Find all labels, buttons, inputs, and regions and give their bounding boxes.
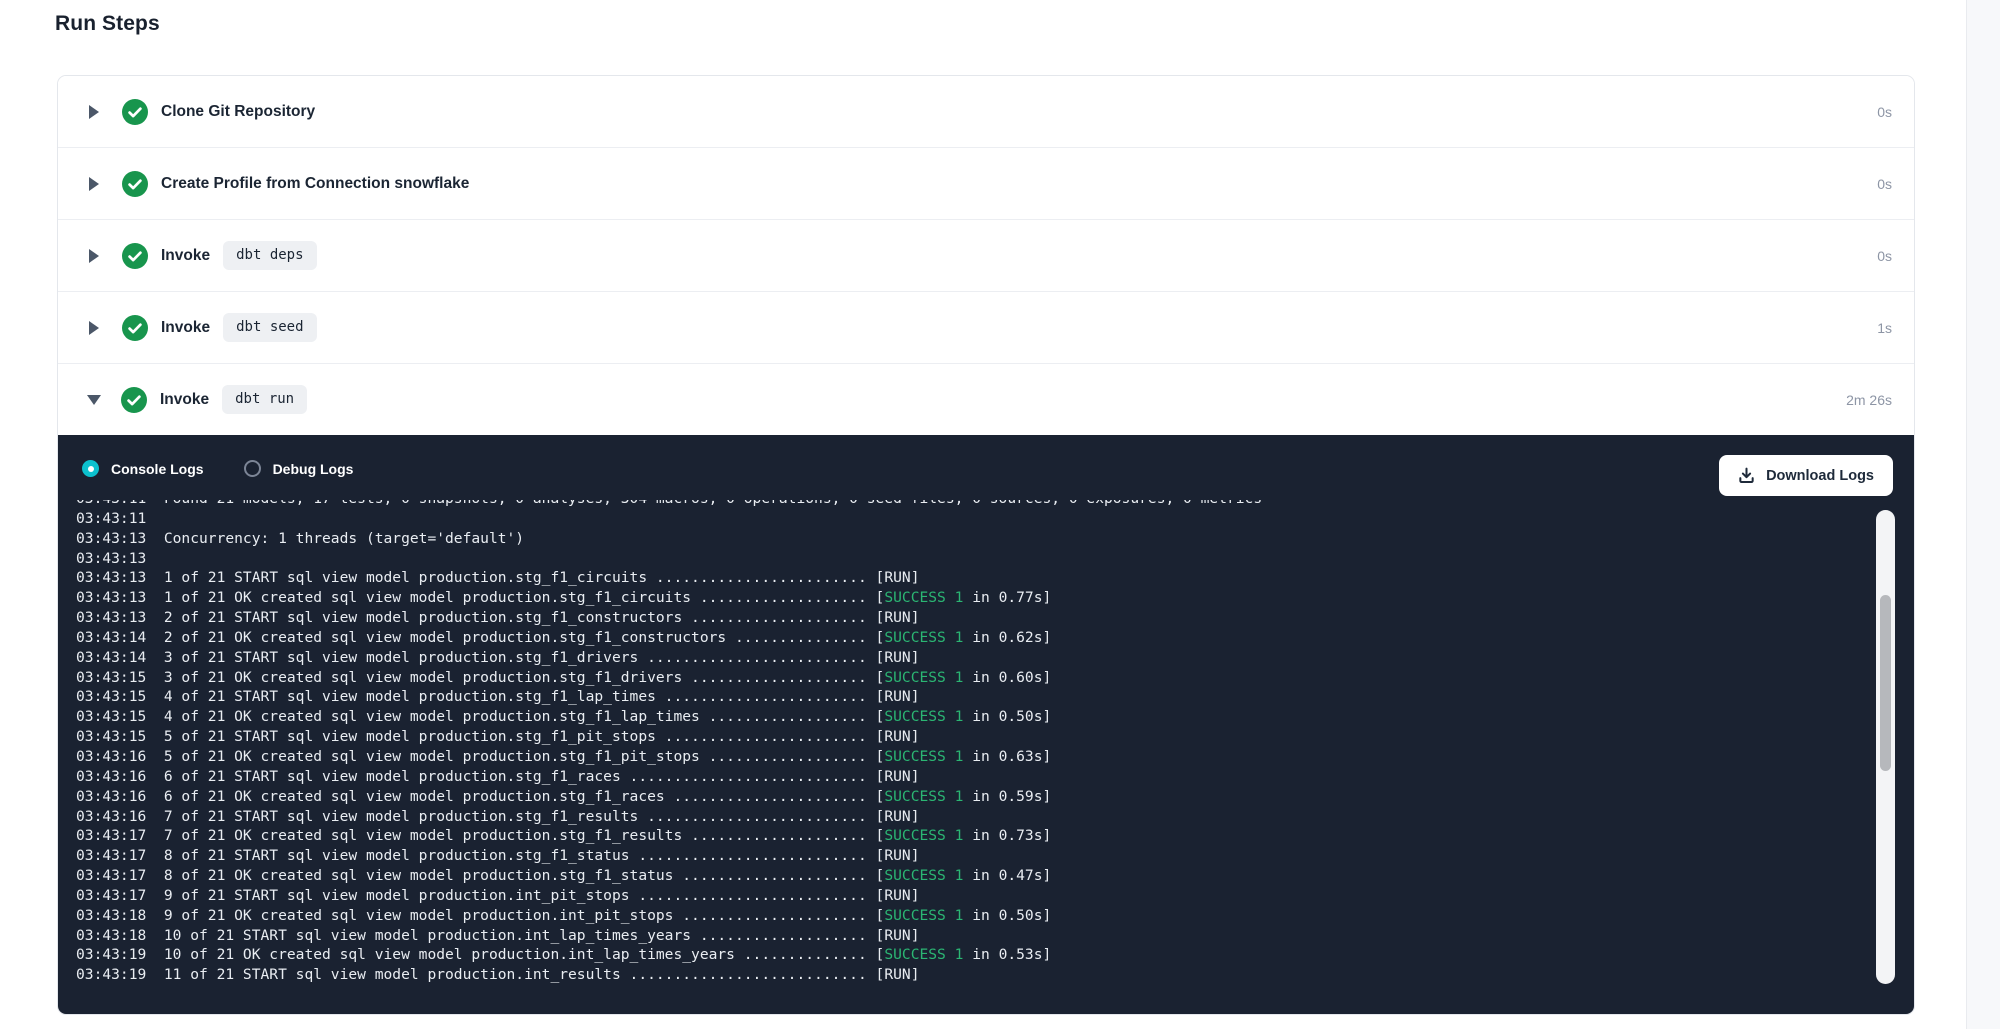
log-status: SUCCESS 1	[884, 946, 963, 963]
log-status: RUN	[884, 887, 910, 904]
log-line: 03:43:14 3 of 21 START sql view model pr…	[76, 648, 1870, 668]
caret-right-icon[interactable]	[89, 105, 99, 119]
step-label: Create Profile from Connection snowflake	[161, 175, 469, 193]
right-panel-divider	[1966, 0, 2000, 1029]
download-icon	[1738, 467, 1755, 484]
log-status: RUN	[884, 728, 910, 745]
log-line: 03:43:15 3 of 21 OK created sql view mod…	[76, 668, 1870, 688]
log-line: 03:43:18 10 of 21 START sql view model p…	[76, 926, 1870, 946]
log-line: 03:43:17 8 of 21 OK created sql view mod…	[76, 866, 1870, 886]
step-command-chip: dbt seed	[223, 313, 316, 343]
step-duration: 0s	[1877, 176, 1892, 192]
log-line: 03:43:17 7 of 21 OK created sql view mod…	[76, 826, 1870, 846]
radio-selected-icon[interactable]	[82, 460, 99, 477]
page-title: Run Steps	[55, 12, 160, 36]
radio-debug-logs[interactable]: Debug Logs	[244, 460, 354, 477]
radio-label: Debug Logs	[273, 461, 354, 477]
log-line: 03:43:16 5 of 21 OK created sql view mod…	[76, 747, 1870, 767]
log-line: 03:43:19 11 of 21 START sql view model p…	[76, 965, 1870, 985]
step-duration: 2m 26s	[1846, 392, 1892, 408]
success-check-icon	[121, 387, 147, 413]
log-line: 03:43:16 7 of 21 START sql view model pr…	[76, 807, 1870, 827]
step-row-invoke-dbt-run[interactable]: Invoke dbt run 2m 26s	[58, 363, 1914, 435]
log-status: SUCCESS 1	[884, 788, 963, 805]
success-check-icon	[122, 315, 148, 341]
log-line: 03:43:13 1 of 21 OK created sql view mod…	[76, 588, 1870, 608]
log-status: SUCCESS 1	[884, 907, 963, 924]
log-status: SUCCESS 1	[884, 589, 963, 606]
log-line: 03:43:11 Found 21 models, 17 tests, 0 sn…	[76, 500, 1870, 509]
log-line: 03:43:15 4 of 21 START sql view model pr…	[76, 687, 1870, 707]
step-label: Invoke	[161, 247, 210, 265]
log-status: RUN	[884, 927, 910, 944]
log-line: 03:43:11	[76, 509, 1870, 529]
step-duration: 0s	[1877, 104, 1892, 120]
console-scrollbar-thumb[interactable]	[1880, 595, 1891, 771]
console-log-viewport[interactable]: 03:43:11 Found 21 models, 17 tests, 0 sn…	[76, 500, 1870, 1014]
log-status: RUN	[884, 609, 910, 626]
radio-unselected-icon[interactable]	[244, 460, 261, 477]
step-label: Invoke	[160, 391, 209, 409]
step-row-invoke-dbt-deps[interactable]: Invoke dbt deps 0s	[58, 219, 1914, 291]
log-line: 03:43:15 4 of 21 OK created sql view mod…	[76, 707, 1870, 727]
log-status: RUN	[884, 649, 910, 666]
log-line: 03:43:13	[76, 549, 1870, 569]
log-line: 03:43:13 Concurrency: 1 threads (target=…	[76, 529, 1870, 549]
step-row-invoke-dbt-seed[interactable]: Invoke dbt seed 1s	[58, 291, 1914, 363]
step-duration: 0s	[1877, 248, 1892, 264]
log-line: 03:43:17 8 of 21 START sql view model pr…	[76, 846, 1870, 866]
step-command-chip: dbt deps	[223, 241, 316, 271]
log-status: RUN	[884, 966, 910, 983]
log-status: RUN	[884, 569, 910, 586]
log-line: 03:43:13 2 of 21 START sql view model pr…	[76, 608, 1870, 628]
log-type-radio-group: Console Logs Debug Logs	[82, 460, 353, 477]
log-status: SUCCESS 1	[884, 867, 963, 884]
step-duration: 1s	[1877, 320, 1892, 336]
step-row-create-profile-from-connection-snowflake[interactable]: Create Profile from Connection snowflake…	[58, 147, 1914, 219]
log-status: RUN	[884, 768, 910, 785]
log-status: RUN	[884, 808, 910, 825]
log-status: SUCCESS 1	[884, 748, 963, 765]
caret-right-icon[interactable]	[89, 249, 99, 263]
log-line: 03:43:16 6 of 21 OK created sql view mod…	[76, 787, 1870, 807]
log-line: 03:43:15 5 of 21 START sql view model pr…	[76, 727, 1870, 747]
run-steps-card: Clone Git Repository0sCreate Profile fro…	[57, 75, 1915, 1015]
step-label: Clone Git Repository	[161, 103, 315, 121]
log-status: SUCCESS 1	[884, 669, 963, 686]
console-panel: Console Logs Debug Logs Download Logs 03:…	[58, 435, 1914, 1014]
log-status: SUCCESS 1	[884, 629, 963, 646]
log-line: 03:43:17 9 of 21 START sql view model pr…	[76, 886, 1870, 906]
download-logs-button[interactable]: Download Logs	[1719, 455, 1893, 496]
log-line: 03:43:19 10 of 21 OK created sql view mo…	[76, 945, 1870, 965]
log-status: RUN	[884, 688, 910, 705]
console-scrollbar-track[interactable]	[1876, 510, 1895, 984]
log-line: 03:43:16 6 of 21 START sql view model pr…	[76, 767, 1870, 787]
caret-right-icon[interactable]	[89, 177, 99, 191]
caret-right-icon[interactable]	[89, 321, 99, 335]
step-label: Invoke	[161, 319, 210, 337]
success-check-icon	[122, 99, 148, 125]
console-log-content: 03:43:11 Found 21 models, 17 tests, 0 sn…	[76, 500, 1870, 985]
step-command-chip: dbt run	[222, 385, 307, 415]
success-check-icon	[122, 243, 148, 269]
log-line: 03:43:13 1 of 21 START sql view model pr…	[76, 568, 1870, 588]
log-status: SUCCESS 1	[884, 827, 963, 844]
log-line: 03:43:18 9 of 21 OK created sql view mod…	[76, 906, 1870, 926]
log-status: RUN	[884, 847, 910, 864]
radio-label: Console Logs	[111, 461, 204, 477]
download-logs-label: Download Logs	[1766, 468, 1874, 484]
step-row-clone-git-repository[interactable]: Clone Git Repository 0s	[58, 76, 1914, 147]
run-steps-list: Clone Git Repository0sCreate Profile fro…	[58, 76, 1914, 435]
caret-down-icon[interactable]	[87, 395, 101, 405]
log-status: SUCCESS 1	[884, 708, 963, 725]
radio-console-logs[interactable]: Console Logs	[82, 460, 204, 477]
log-line: 03:43:14 2 of 21 OK created sql view mod…	[76, 628, 1870, 648]
success-check-icon	[122, 171, 148, 197]
